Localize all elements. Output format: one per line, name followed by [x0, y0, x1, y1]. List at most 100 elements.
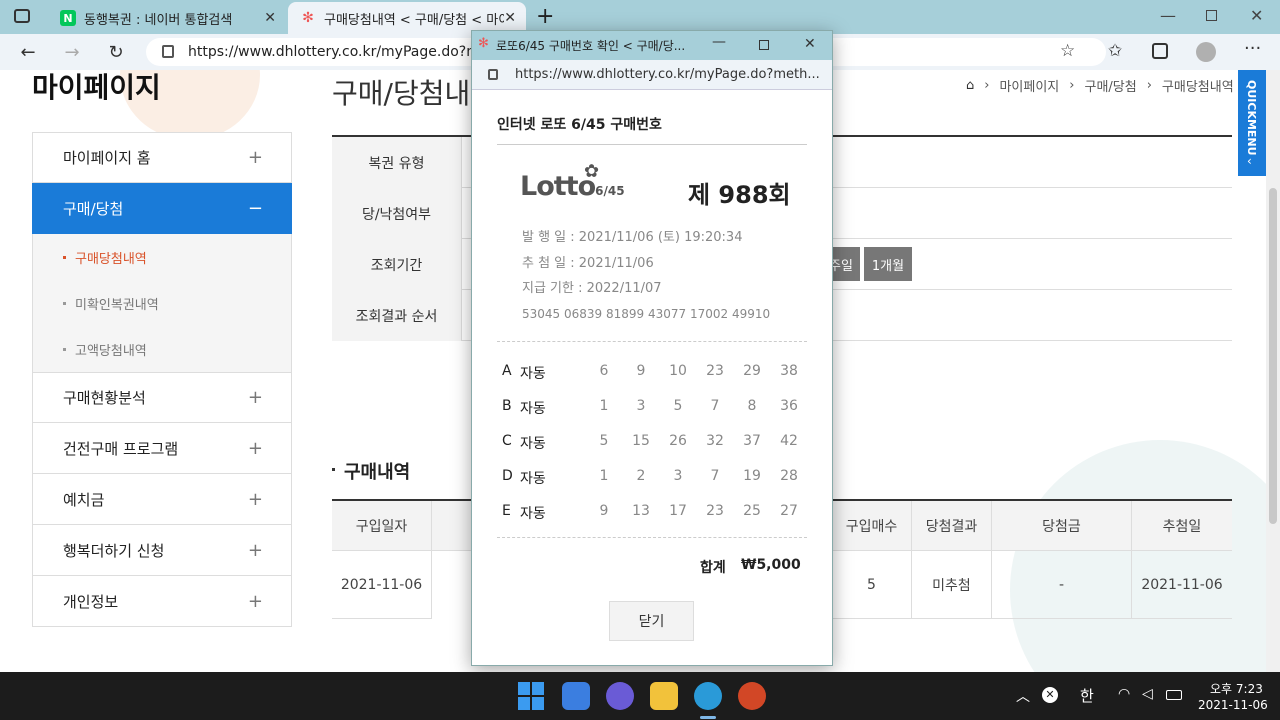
chevron-right-icon: ›	[984, 78, 990, 93]
lotto-number: 9	[636, 363, 646, 379]
close-window-icon[interactable]: ✕	[804, 36, 816, 52]
widgets-icon[interactable]	[562, 682, 590, 710]
popup-address-bar: https://www.dhlottery.co.kr/myPage.do?me…	[472, 60, 832, 90]
chevron-right-icon: ›	[1069, 78, 1075, 93]
game-type: 자동	[520, 366, 546, 382]
breadcrumb: ⌂ › 마이페이지 › 구매/당첨 › 구매당첨내역	[966, 76, 1234, 95]
game-type: 자동	[520, 436, 546, 452]
lotto-number: 23	[706, 363, 724, 379]
favorites-icon[interactable]: ✩	[1108, 41, 1122, 61]
popup-url: https://www.dhlottery.co.kr/myPage.do?me…	[515, 67, 820, 82]
breadcrumb-item[interactable]: 구매당첨내역	[1162, 76, 1234, 95]
sidebar-subitem-label: 구매당첨내역	[75, 251, 147, 267]
active-app-indicator	[700, 716, 716, 719]
column-header: 당첨금	[992, 501, 1132, 551]
plus-icon: +	[247, 437, 263, 459]
maximize-icon[interactable]	[1206, 10, 1217, 21]
quickmenu-tab[interactable]: QUICKMENU ‹	[1238, 70, 1266, 176]
lotto-icon: ✻	[302, 10, 314, 26]
month-button[interactable]: 1개월	[864, 247, 912, 281]
chevron-up-icon[interactable]: ︿	[1016, 686, 1030, 706]
battery-icon[interactable]	[1166, 690, 1182, 700]
maximize-icon[interactable]	[759, 40, 769, 50]
sidebar-subitem-high-prize[interactable]: 고액당첨내역	[32, 326, 292, 372]
lotto-number: 19	[743, 468, 761, 484]
close-button[interactable]: 닫기	[609, 601, 694, 641]
purchase-title: 구매내역	[344, 462, 411, 483]
clock-date[interactable]: 2021-11-06	[1198, 698, 1268, 712]
lotto-number: 8	[747, 398, 757, 414]
draw-date: 추 첨 일 : 2021/11/06	[522, 256, 654, 271]
page-scrollbar[interactable]	[1266, 70, 1280, 672]
notification-close-icon[interactable]: ✕	[1042, 687, 1058, 703]
minimize-icon[interactable]: —	[712, 34, 726, 50]
lock-icon	[162, 45, 174, 58]
lotto-number: 10	[669, 363, 687, 379]
sidebar-item-mypage-home[interactable]: 마이페이지 홈 +	[32, 132, 292, 183]
sidebar-item-purchase-win[interactable]: 구매/당첨 −	[32, 183, 292, 234]
chevron-left-icon: ‹	[1247, 154, 1252, 168]
pay-deadline: 지급 기한 : 2022/11/07	[522, 281, 662, 296]
plus-icon: +	[247, 147, 263, 168]
lotto-number: 7	[710, 398, 720, 414]
bullet-icon	[332, 468, 335, 471]
favorite-add-icon[interactable]: ☆	[1060, 41, 1075, 61]
game-label: A	[502, 363, 512, 379]
sidebar-item-personal-info[interactable]: 개인정보 +	[32, 576, 292, 627]
new-tab-icon[interactable]: +	[536, 4, 554, 29]
popup-heading: 인터넷 로또 6/45 구매번호	[497, 117, 662, 133]
forward-icon[interactable]: →	[60, 40, 84, 64]
lotto-number: 29	[743, 363, 761, 379]
tab-actions-icon[interactable]	[14, 9, 30, 23]
volume-icon[interactable]: ◁	[1142, 686, 1153, 702]
clock-time[interactable]: 오후 7:23	[1210, 680, 1263, 697]
minimize-icon[interactable]: —	[1160, 6, 1176, 25]
breadcrumb-item[interactable]: 구매/당첨	[1084, 76, 1136, 95]
url-text: https://www.dhlottery.co.kr/myPage.do?me…	[188, 44, 503, 60]
lotto-number: 28	[780, 468, 798, 484]
home-icon[interactable]: ⌂	[966, 78, 974, 93]
lotto-number: 3	[673, 468, 683, 484]
bullet-icon	[63, 347, 66, 351]
lotto-number: 36	[780, 398, 798, 414]
file-explorer-icon[interactable]	[650, 682, 678, 710]
lotto-number: 5	[673, 398, 683, 414]
lotto-icon: ✻	[478, 36, 489, 51]
breadcrumb-item[interactable]: 마이페이지	[999, 76, 1059, 95]
close-icon[interactable]: ✕	[264, 10, 276, 26]
lotto-number: 27	[780, 503, 798, 519]
sidebar-item-label: 마이페이지 홈	[63, 149, 151, 167]
total-value: ₩5,000	[741, 557, 801, 573]
sidebar-item-label: 구매/당첨	[63, 199, 124, 218]
back-icon[interactable]: ←	[16, 40, 40, 64]
ime-indicator[interactable]: 한	[1080, 685, 1094, 706]
sidebar-subitem-unchecked[interactable]: 미확인복권내역	[32, 280, 292, 326]
minus-icon: −	[247, 197, 263, 219]
close-icon[interactable]: ✕	[504, 10, 516, 26]
powerpoint-icon[interactable]	[738, 682, 766, 710]
windows-start-icon[interactable]	[518, 682, 546, 710]
collections-icon[interactable]	[1152, 43, 1168, 59]
teams-chat-icon[interactable]	[606, 682, 634, 710]
refresh-icon[interactable]: ↻	[104, 40, 128, 64]
scrollbar-thumb[interactable]	[1269, 188, 1277, 524]
sidebar-item-healthy-purchase[interactable]: 건전구매 프로그램 +	[32, 423, 292, 474]
section-title: 구매/당첨내	[332, 77, 471, 110]
more-icon[interactable]: ···	[1244, 38, 1261, 59]
profile-avatar[interactable]	[1196, 42, 1216, 62]
lotto-number: 25	[743, 503, 761, 519]
sidebar-item-label: 예치금	[63, 490, 105, 509]
game-label: E	[502, 503, 511, 519]
sidebar-item-deposit[interactable]: 예치금 +	[32, 474, 292, 525]
total-label: 합계	[700, 560, 726, 576]
sidebar-item-happiness[interactable]: 행복더하기 신청 +	[32, 525, 292, 576]
sidebar-item-purchase-analysis[interactable]: 구매현황분석 +	[32, 372, 292, 423]
lotto-popup-window: ✻ 로또6/45 구매번호 확인 < 구매/당... — ✕ https://w…	[471, 30, 833, 666]
sidebar-subitem-purchase-history[interactable]: 구매당첨내역	[32, 234, 292, 280]
game-type: 자동	[520, 506, 546, 522]
wifi-icon[interactable]: ◠	[1118, 686, 1130, 702]
edge-icon[interactable]	[694, 682, 722, 710]
close-window-icon[interactable]: ✕	[1250, 6, 1263, 25]
lotto-number: 1	[599, 468, 609, 484]
tab-naver[interactable]: N 동행복권 : 네이버 통합검색 ✕	[48, 2, 286, 34]
